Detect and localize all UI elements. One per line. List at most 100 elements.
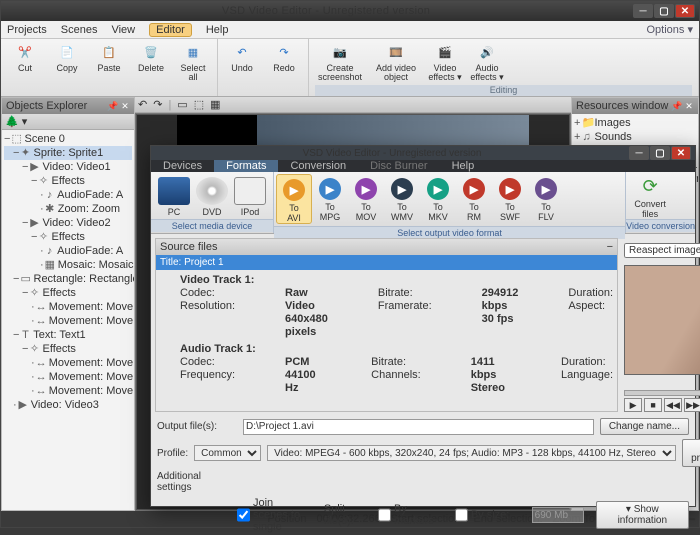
device-dvd-button[interactable]: DVD	[193, 174, 231, 217]
dialog-maximize-button[interactable]: ▢	[650, 146, 670, 160]
tree-node[interactable]: ·♪ AudioFade: A	[4, 244, 132, 258]
panel-close-icon[interactable]: ✕	[120, 101, 130, 111]
redo-button[interactable]: ↷Redo	[266, 42, 302, 73]
by-markers-checkbox[interactable]: By markers	[378, 503, 449, 527]
tree-node[interactable]: ·✱ Zoom: Zoom	[4, 202, 132, 216]
edit-profile-button[interactable]: Edit profile...	[682, 439, 700, 467]
tree-node[interactable]: ·↔ Movement: Move	[4, 300, 132, 314]
format-flv-button[interactable]: ▶To FLV	[528, 174, 564, 224]
objects-tree[interactable]: −⬚ Scene 0−✦ Sprite: Sprite1−▶ Video: Vi…	[2, 130, 134, 414]
tree-node[interactable]: −✧ Effects	[4, 286, 132, 300]
audio-effects-button[interactable]: 🔊Audio effects ▾	[469, 42, 505, 82]
device-ipod-button[interactable]: IPod	[231, 174, 269, 217]
stop-button[interactable]: ■	[644, 398, 662, 412]
source-title-row[interactable]: Title: Project 1	[156, 255, 617, 270]
select-all-button[interactable]: ▦Select all	[175, 42, 211, 82]
maximize-button[interactable]: ▢	[654, 4, 674, 18]
video-effects-button[interactable]: 🎬Video effects ▾	[427, 42, 463, 82]
tree-node[interactable]: ·♪ AudioFade: A	[4, 188, 132, 202]
tool-icon[interactable]: ▦	[210, 98, 220, 111]
ribbon-group-editing: Editing	[315, 85, 692, 96]
menu-editor[interactable]: Editor	[149, 23, 192, 37]
play-button[interactable]: ▶	[624, 398, 642, 412]
tree-node[interactable]: −▶ Video: Video2	[4, 216, 132, 230]
remove-icon[interactable]: −	[607, 241, 613, 253]
tree-node[interactable]: ·↔ Movement: Move	[4, 384, 132, 398]
tab-conversion[interactable]: Conversion	[278, 160, 358, 172]
tree-node[interactable]: −▭ Rectangle: Rectangle1	[4, 272, 132, 286]
format-mkv-button[interactable]: ▶To MKV	[420, 174, 456, 224]
format-wmv-button[interactable]: ▶To WMV	[384, 174, 420, 224]
source-files-panel: Source files− Title: Project 1 Video Tra…	[155, 238, 618, 412]
tab-formats[interactable]: Formats	[214, 160, 278, 172]
change-name-button[interactable]: Change name...	[600, 418, 689, 435]
tool-icon[interactable]: ⬚	[194, 98, 204, 111]
dialog-minimize-button[interactable]: ─	[629, 146, 649, 160]
size-input	[532, 507, 584, 523]
drop-icon[interactable]: ▾	[22, 115, 28, 128]
tree-node[interactable]: −✧ Effects	[4, 342, 132, 356]
tree-node[interactable]: −✧ Effects	[4, 174, 132, 188]
close-button[interactable]: ✕	[675, 4, 695, 18]
format-mpg-button[interactable]: ▶To MPG	[312, 174, 348, 224]
next-button[interactable]: ▶▶	[684, 398, 700, 412]
prev-button[interactable]: ◀◀	[664, 398, 682, 412]
panel-pin-icon[interactable]: 📌	[108, 101, 118, 111]
tab-devices[interactable]: Devices	[151, 160, 214, 172]
tree-node[interactable]: ·↔ Movement: Move	[4, 314, 132, 328]
output-path-input[interactable]	[243, 419, 594, 435]
profile-detail-combo[interactable]: Video: MPEG4 - 600 kbps, 320x240, 24 fps…	[267, 445, 676, 461]
preview-slider[interactable]	[624, 390, 700, 396]
by-size-checkbox[interactable]: By size:	[455, 507, 526, 523]
additional-label: Additional settings	[157, 471, 237, 493]
menu-scenes[interactable]: Scenes	[61, 24, 98, 36]
paste-button[interactable]: 📋Paste	[91, 42, 127, 82]
dialog-titlebar: VSD Video Editor - Unregistered version …	[151, 146, 695, 160]
menu-help[interactable]: Help	[206, 24, 229, 36]
panel-pin-icon[interactable]: 📌	[672, 101, 682, 111]
tree-node[interactable]: +📁 Images	[574, 116, 696, 130]
format-swf-button[interactable]: ▶To SWF	[492, 174, 528, 224]
tree-icon[interactable]: 🌲	[5, 115, 19, 128]
camera-icon: 📷	[330, 42, 350, 62]
format-mpg-icon: ▶	[319, 178, 341, 200]
tool-icon[interactable]: ↷	[153, 98, 162, 111]
tree-node[interactable]: ·▦ Mosaic: Mosaic	[4, 258, 132, 272]
screenshot-button[interactable]: 📷Create screenshot	[315, 42, 365, 82]
panel-close-icon[interactable]: ✕	[684, 101, 694, 111]
menu-projects[interactable]: Projects	[7, 24, 47, 36]
delete-button[interactable]: 🗑️Delete	[133, 42, 169, 82]
tree-node[interactable]: ·↔ Movement: Move	[4, 370, 132, 384]
tree-node[interactable]: −⬚ Scene 0	[4, 132, 132, 146]
cut-button[interactable]: ✂️Cut	[7, 42, 43, 82]
add-video-button[interactable]: 🎞️Add video object	[371, 42, 421, 82]
tree-node[interactable]: −▶ Video: Video1	[4, 160, 132, 174]
undo-button[interactable]: ↶Undo	[224, 42, 260, 73]
dialog-close-button[interactable]: ✕	[671, 146, 691, 160]
dialog-ribbon: PC DVD IPod Select media device ▶To AVI▶…	[151, 172, 695, 234]
menu-options[interactable]: Options ▾	[647, 23, 694, 36]
format-avi-button[interactable]: ▶To AVI	[276, 174, 312, 224]
tool-icon[interactable]: ▭	[177, 98, 187, 111]
profile-combo[interactable]: Common	[194, 445, 261, 461]
copy-button[interactable]: 📄Copy	[49, 42, 85, 82]
reaspect-select[interactable]: Reaspect image	[624, 243, 700, 258]
paste-icon: 📋	[99, 42, 119, 62]
format-rm-button[interactable]: ▶To RM	[456, 174, 492, 224]
tree-node[interactable]: −T Text: Text1	[4, 328, 132, 342]
tree-node[interactable]: ·▶ Video: Video3	[4, 398, 132, 412]
show-information-button[interactable]: ▾ Show information	[596, 501, 689, 529]
convert-icon: ⟳	[643, 176, 658, 197]
tab-disc-burner[interactable]: Disc Burner	[358, 160, 439, 172]
tree-node[interactable]: −✦ Sprite: Sprite1	[4, 146, 132, 160]
minimize-button[interactable]: ─	[633, 4, 653, 18]
tab-help[interactable]: Help	[440, 160, 487, 172]
format-mov-button[interactable]: ▶To MOV	[348, 174, 384, 224]
tree-node[interactable]: ·↔ Movement: Move	[4, 356, 132, 370]
tree-node[interactable]: −✧ Effects	[4, 230, 132, 244]
convert-files-button[interactable]: ⟳ Convert files	[626, 172, 674, 219]
tree-node[interactable]: +♫ Sounds	[574, 130, 696, 144]
device-pc-button[interactable]: PC	[155, 174, 193, 217]
tool-icon[interactable]: ↶	[138, 98, 147, 111]
menu-view[interactable]: View	[111, 24, 135, 36]
